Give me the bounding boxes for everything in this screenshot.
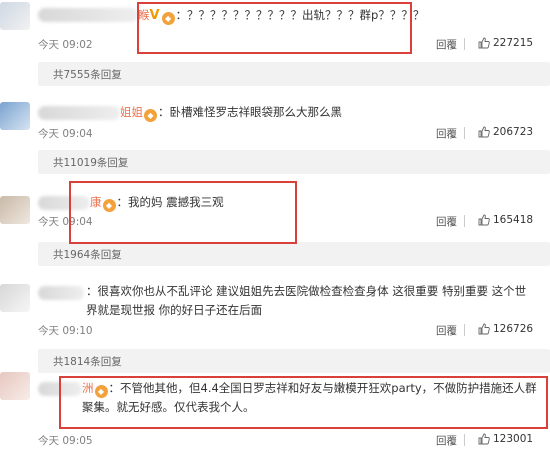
replies-bar: 共7555条回复 (38, 62, 550, 86)
view-replies-link[interactable]: 共1964条回复 (53, 247, 122, 262)
replies-bar: 共1814条回复 (38, 349, 550, 373)
comment-time: 今天 09:04 (38, 128, 93, 140)
thumbs-up-icon (478, 323, 490, 335)
like-button[interactable]: 165418 (478, 214, 533, 226)
divider (464, 215, 465, 227)
username-blurred (38, 106, 120, 120)
like-count: 165418 (493, 214, 534, 226)
thumbs-up-icon (478, 433, 490, 445)
thumbs-up-icon (478, 214, 490, 226)
avatar[interactable] (0, 372, 30, 400)
comment-text: ：卧槽难怪罗志祥眼袋那么大那么黑 (158, 105, 342, 119)
divider (464, 434, 465, 446)
replies-bar: 共1964条回复 (38, 242, 550, 266)
reply-button[interactable]: 回覆 (436, 323, 457, 338)
username-tail[interactable]: 姐姐 (120, 105, 143, 119)
view-replies-link[interactable]: 共1814条回复 (53, 354, 122, 369)
reply-button[interactable]: 回覆 (436, 214, 457, 229)
reply-button[interactable]: 回覆 (436, 126, 457, 141)
avatar[interactable] (0, 2, 30, 30)
view-replies-link[interactable]: 共11019条回复 (53, 155, 128, 170)
highlight-box (69, 181, 297, 244)
member-badge-icon: ◆ (144, 109, 157, 122)
view-replies-link[interactable]: 共7555条回复 (53, 67, 122, 82)
thumbs-up-icon (478, 126, 490, 138)
highlight-box (137, 2, 412, 54)
like-button[interactable]: 123001 (478, 433, 533, 445)
comment-text-line: 姐姐 ◆ ：卧槽难怪罗志祥眼袋那么大那么黑 (120, 103, 342, 122)
comment-time: 今天 09:02 (38, 39, 93, 51)
like-count: 126726 (493, 323, 534, 335)
like-count: 123001 (493, 433, 534, 445)
highlight-box (59, 376, 548, 429)
reply-button[interactable]: 回覆 (436, 433, 457, 448)
divider (464, 324, 465, 336)
username-blurred (38, 286, 84, 300)
like-button[interactable]: 206723 (478, 126, 533, 138)
avatar[interactable] (0, 102, 30, 130)
divider (464, 127, 465, 139)
thumbs-up-icon (478, 37, 490, 49)
like-count: 206723 (493, 126, 534, 138)
like-button[interactable]: 126726 (478, 323, 533, 335)
comment-time: 今天 09:05 (38, 435, 93, 447)
avatar[interactable] (0, 284, 30, 312)
reply-button[interactable]: 回覆 (436, 37, 457, 52)
replies-bar: 共11019条回复 (38, 150, 550, 174)
like-button[interactable]: 227215 (478, 37, 533, 49)
like-count: 227215 (493, 37, 534, 49)
comment-text: ：很喜欢你也从不乱评论 建议姐姐先去医院做检查检查身体 这很重要 特别重要 这个… (86, 284, 527, 317)
username-blurred (38, 8, 138, 22)
comment-time: 今天 09:10 (38, 325, 93, 337)
avatar[interactable] (0, 196, 30, 224)
divider (464, 38, 465, 50)
